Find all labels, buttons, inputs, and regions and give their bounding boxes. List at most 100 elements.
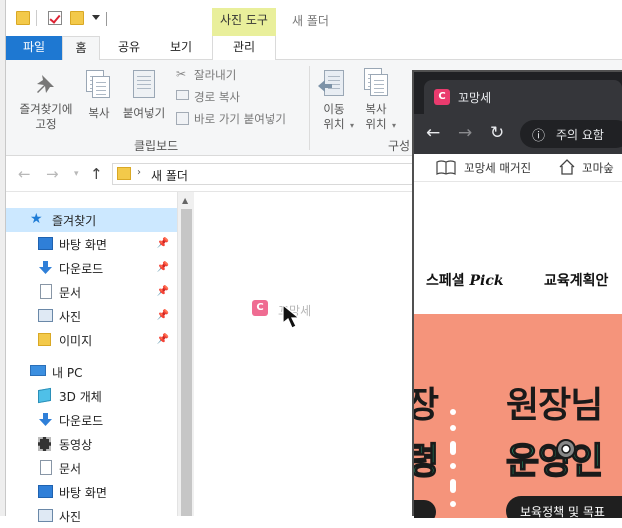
ribbon-separator [309, 66, 310, 150]
chevron-down-icon[interactable] [92, 15, 100, 20]
new-folder-icon[interactable] [70, 11, 84, 25]
nav-item-label: 이미지 [59, 334, 93, 348]
properties-icon[interactable] [48, 11, 62, 25]
document-icon [40, 284, 52, 299]
nav-item-videos[interactable]: 동영상 [6, 432, 177, 456]
forward-arrow-icon[interactable]: → [458, 123, 472, 143]
desktop-icon [38, 237, 53, 250]
promo-banner[interactable]: 장 령 원장님 운영인 보육정책 및 목표 [414, 314, 622, 518]
paste-label: 붙여넣기 [122, 106, 166, 120]
scroll-thumb[interactable] [181, 209, 192, 516]
tab-home[interactable]: 홈 [62, 36, 100, 61]
menu-education-plan[interactable]: 교육계획안 [544, 270, 608, 290]
ribbon-tabs: 파일 홈 공유 보기 관리 [6, 36, 622, 61]
c-logo-icon: C [252, 300, 268, 316]
copy-path-icon [176, 90, 189, 100]
nav-item-label: 3D 개체 [59, 390, 102, 404]
info-icon[interactable]: ⓘ [532, 125, 545, 144]
omnibox[interactable]: ⓘ 주의 요함 [520, 120, 622, 148]
file-list-area[interactable] [194, 192, 416, 516]
nav-item-downloads-pc[interactable]: 다운로드 [6, 408, 177, 432]
title-bar: 사진 도구 새 폴더 [6, 0, 622, 36]
security-label: 주의 요함 [556, 128, 604, 142]
nav-item-label: 사진 [59, 310, 82, 324]
nav-item-documents[interactable]: 문서 📌 [6, 280, 177, 304]
move-arrow-icon [318, 80, 332, 92]
nav-item-images[interactable]: 이미지 📌 [6, 328, 177, 352]
copy-to-label-line2: 위치 [365, 117, 387, 131]
nav-item-pictures[interactable]: 사진 📌 [6, 304, 177, 328]
tab-view[interactable]: 보기 [162, 36, 200, 60]
folder-icon [38, 333, 51, 346]
mouse-cursor-icon [282, 304, 301, 329]
browser-tab[interactable]: C 꼬망세 [424, 80, 622, 114]
pin-icon: 📌 [156, 238, 169, 249]
tab-title: 꼬망세 [458, 91, 492, 105]
pin-icon [37, 75, 54, 93]
nav-item-downloads[interactable]: 다운로드 📌 [6, 256, 177, 280]
paste-button[interactable]: 붙여넣기 [118, 64, 170, 124]
star-icon: ★ [30, 211, 43, 227]
pin-label-line2: 고정 [35, 117, 57, 131]
bookmark-magazine[interactable]: 꼬망세 매거진 [464, 160, 531, 176]
site-navigation: 스페셜 Pick 교육계획안 [414, 182, 622, 314]
folder-icon [117, 167, 131, 180]
pin-icon: 📌 [156, 334, 169, 345]
recent-locations-chevron-icon[interactable]: ▾ [74, 169, 79, 179]
pin-icon: 📌 [156, 262, 169, 273]
document-icon [40, 460, 52, 475]
window-title: 새 폴더 [292, 14, 329, 28]
nav-item-desktop-pc[interactable]: 바탕 화면 [6, 480, 177, 504]
nav-item-label: 문서 [59, 462, 82, 476]
address-input[interactable]: › 새 폴더 [112, 163, 422, 185]
move-to-label-line1: 이동 [323, 102, 345, 116]
tab-share[interactable]: 공유 [110, 36, 148, 60]
back-arrow-icon[interactable]: ← [426, 123, 440, 143]
forward-arrow-icon[interactable]: → [46, 165, 59, 183]
scroll-up-icon[interactable]: ▲ [182, 196, 188, 205]
copy-path-label: 경로 복사 [194, 90, 240, 104]
tab-strip: C 꼬망세 [414, 72, 622, 114]
folder-icon [16, 11, 30, 25]
nav-item-label: 사진 [59, 510, 82, 524]
bookmark-forest[interactable]: 꼬마숲 [582, 160, 614, 176]
qa-divider [36, 10, 37, 26]
tab-manage[interactable]: 관리 [212, 36, 276, 60]
nav-scrollbar[interactable]: ▲ [177, 192, 194, 516]
scissors-icon: ✂ [176, 67, 187, 81]
menu-special[interactable]: 스페셜 Pick [426, 270, 504, 290]
nav-item-3d-objects[interactable]: 3D 개체 [6, 384, 177, 408]
paste-shortcut-label: 바로 가기 붙여넣기 [194, 112, 286, 126]
breadcrumb-chevron-icon[interactable]: › [137, 167, 141, 178]
copy-button[interactable]: 복사 [82, 64, 116, 124]
nav-item-label: 동영상 [59, 438, 93, 452]
back-arrow-icon[interactable]: ← [18, 165, 31, 183]
nav-item-desktop[interactable]: 바탕 화면 📌 [6, 232, 177, 256]
breadcrumb-current[interactable]: 새 폴더 [151, 167, 188, 184]
nav-quick-access[interactable]: ★ 즐겨찾기 [6, 208, 177, 232]
nav-quick-access-label: 즐겨찾기 [52, 214, 97, 228]
cut-button[interactable]: ✂ 잘라내기 [176, 67, 316, 85]
banner-text-right-1: 원장님 [506, 385, 603, 426]
paste-shortcut-icon [176, 112, 189, 125]
nav-this-pc[interactable]: 내 PC [6, 360, 177, 384]
favicon-icon: C [434, 89, 450, 105]
nav-item-documents-pc[interactable]: 문서 [6, 456, 177, 480]
tab-file[interactable]: 파일 [6, 36, 62, 60]
copy-to-icon-front [370, 74, 388, 96]
nav-item-pictures-pc[interactable]: 사진 [6, 504, 177, 528]
paste-shortcut-button[interactable]: 바로 가기 붙여넣기 [176, 111, 316, 129]
reload-icon[interactable]: ↻ [490, 123, 504, 143]
nav-item-label: 문서 [59, 286, 82, 300]
copy-to-button[interactable]: 복사 위치 ▾ [356, 64, 396, 134]
banner-left-pill [414, 500, 436, 518]
copy-path-button[interactable]: 경로 복사 [176, 89, 316, 107]
move-to-button[interactable]: 이동 위치 ▾ [314, 64, 354, 134]
banner-text-left-2: 령 [414, 440, 440, 483]
pin-label-line1: 즐겨찾기에 [19, 102, 73, 116]
chrome-window: C 꼬망세 ← → ↻ ⓘ 주의 요함 꼬망세 매거진 꼬마숲 스페셜 Pick… [412, 70, 622, 518]
organize-group-label: 구성 [388, 139, 411, 153]
computer-icon [30, 365, 46, 376]
up-arrow-icon[interactable]: ↑ [90, 165, 103, 183]
pin-to-quick-access-button[interactable]: 즐겨찾기에 고정 [8, 64, 84, 136]
